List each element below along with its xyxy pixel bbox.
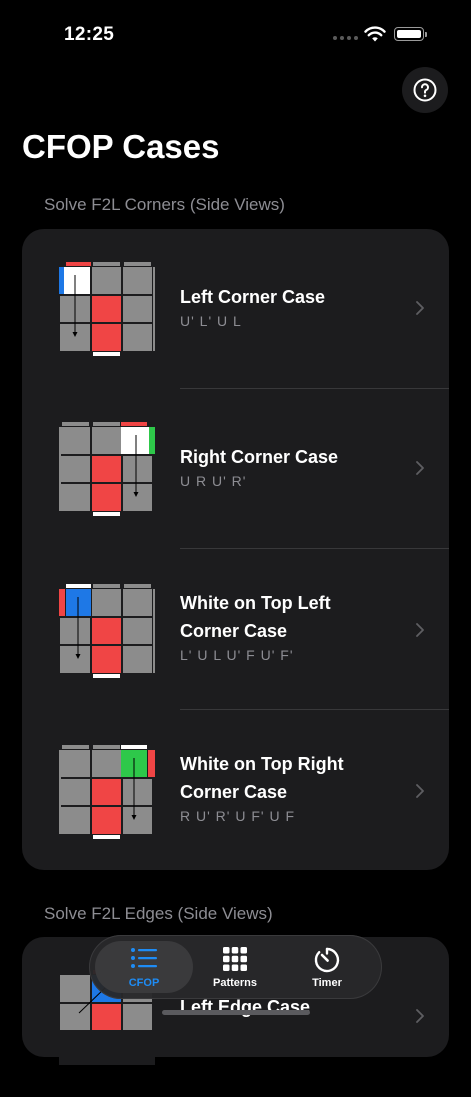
tab-timer[interactable]: Timer [279,935,375,999]
chevron-right-icon [416,301,424,315]
chevron-right-icon [416,1009,424,1023]
case-algorithm: R U' R' U F' U F [180,808,296,824]
tab-label: CFOP [128,977,160,989]
status-time: 12:25 [64,24,115,45]
wifi-icon [364,26,386,42]
list-icon [131,948,157,968]
case-row-left-corner[interactable]: Left Corner Case U' L' U L [22,229,449,389]
case-algorithm: L' U L U' F U' F' [180,647,294,663]
case-title: Right Corner Case [180,447,339,467]
grid-icon [223,947,247,971]
section-header-corners: Solve F2L Corners (Side Views) [44,195,285,214]
tab-label: Timer [312,977,342,989]
case-row-white-top-left-corner[interactable]: White on Top Left Corner Case L' U L U' … [22,549,449,709]
case-row-right-corner[interactable]: Right Corner Case U R U' R' [22,389,449,549]
case-title: White on Top Left Corner Case [180,593,331,641]
help-button[interactable] [402,67,448,113]
status-bar: 12:25 [0,0,471,64]
tab-bar: CFOP Patterns Timer [89,935,382,999]
chevron-right-icon [416,784,424,798]
case-title: Left Corner Case [180,287,326,307]
timer-icon [314,947,340,973]
chevron-right-icon [416,623,424,637]
case-algorithm: U R U' R' [180,473,247,489]
chevron-right-icon [416,461,424,475]
question-circle-icon [413,78,437,102]
case-row-white-top-right-corner[interactable]: White on Top Right Corner Case R U' R' U… [22,710,449,870]
tab-label: Patterns [212,977,258,989]
tab-patterns[interactable]: Patterns [187,935,283,999]
cube-diagram-white-top-left [59,583,155,679]
cube-diagram-right-corner [59,421,155,517]
cube-diagram-white-top-right [59,744,155,840]
corner-cases-card: Left Corner Case U' L' U L Right Corner … [22,229,449,870]
section-header-edges: Solve F2L Edges (Side Views) [44,904,273,923]
page-title: CFOP Cases [22,128,220,165]
cellular-signal-icon [333,36,358,40]
case-algorithm: U' L' U L [180,313,242,329]
home-indicator [162,1010,310,1015]
cube-diagram-left-corner [59,261,155,357]
case-title: White on Top Right Corner Case [180,754,344,802]
tab-cfop[interactable]: CFOP [95,935,193,999]
battery-icon [394,27,427,41]
